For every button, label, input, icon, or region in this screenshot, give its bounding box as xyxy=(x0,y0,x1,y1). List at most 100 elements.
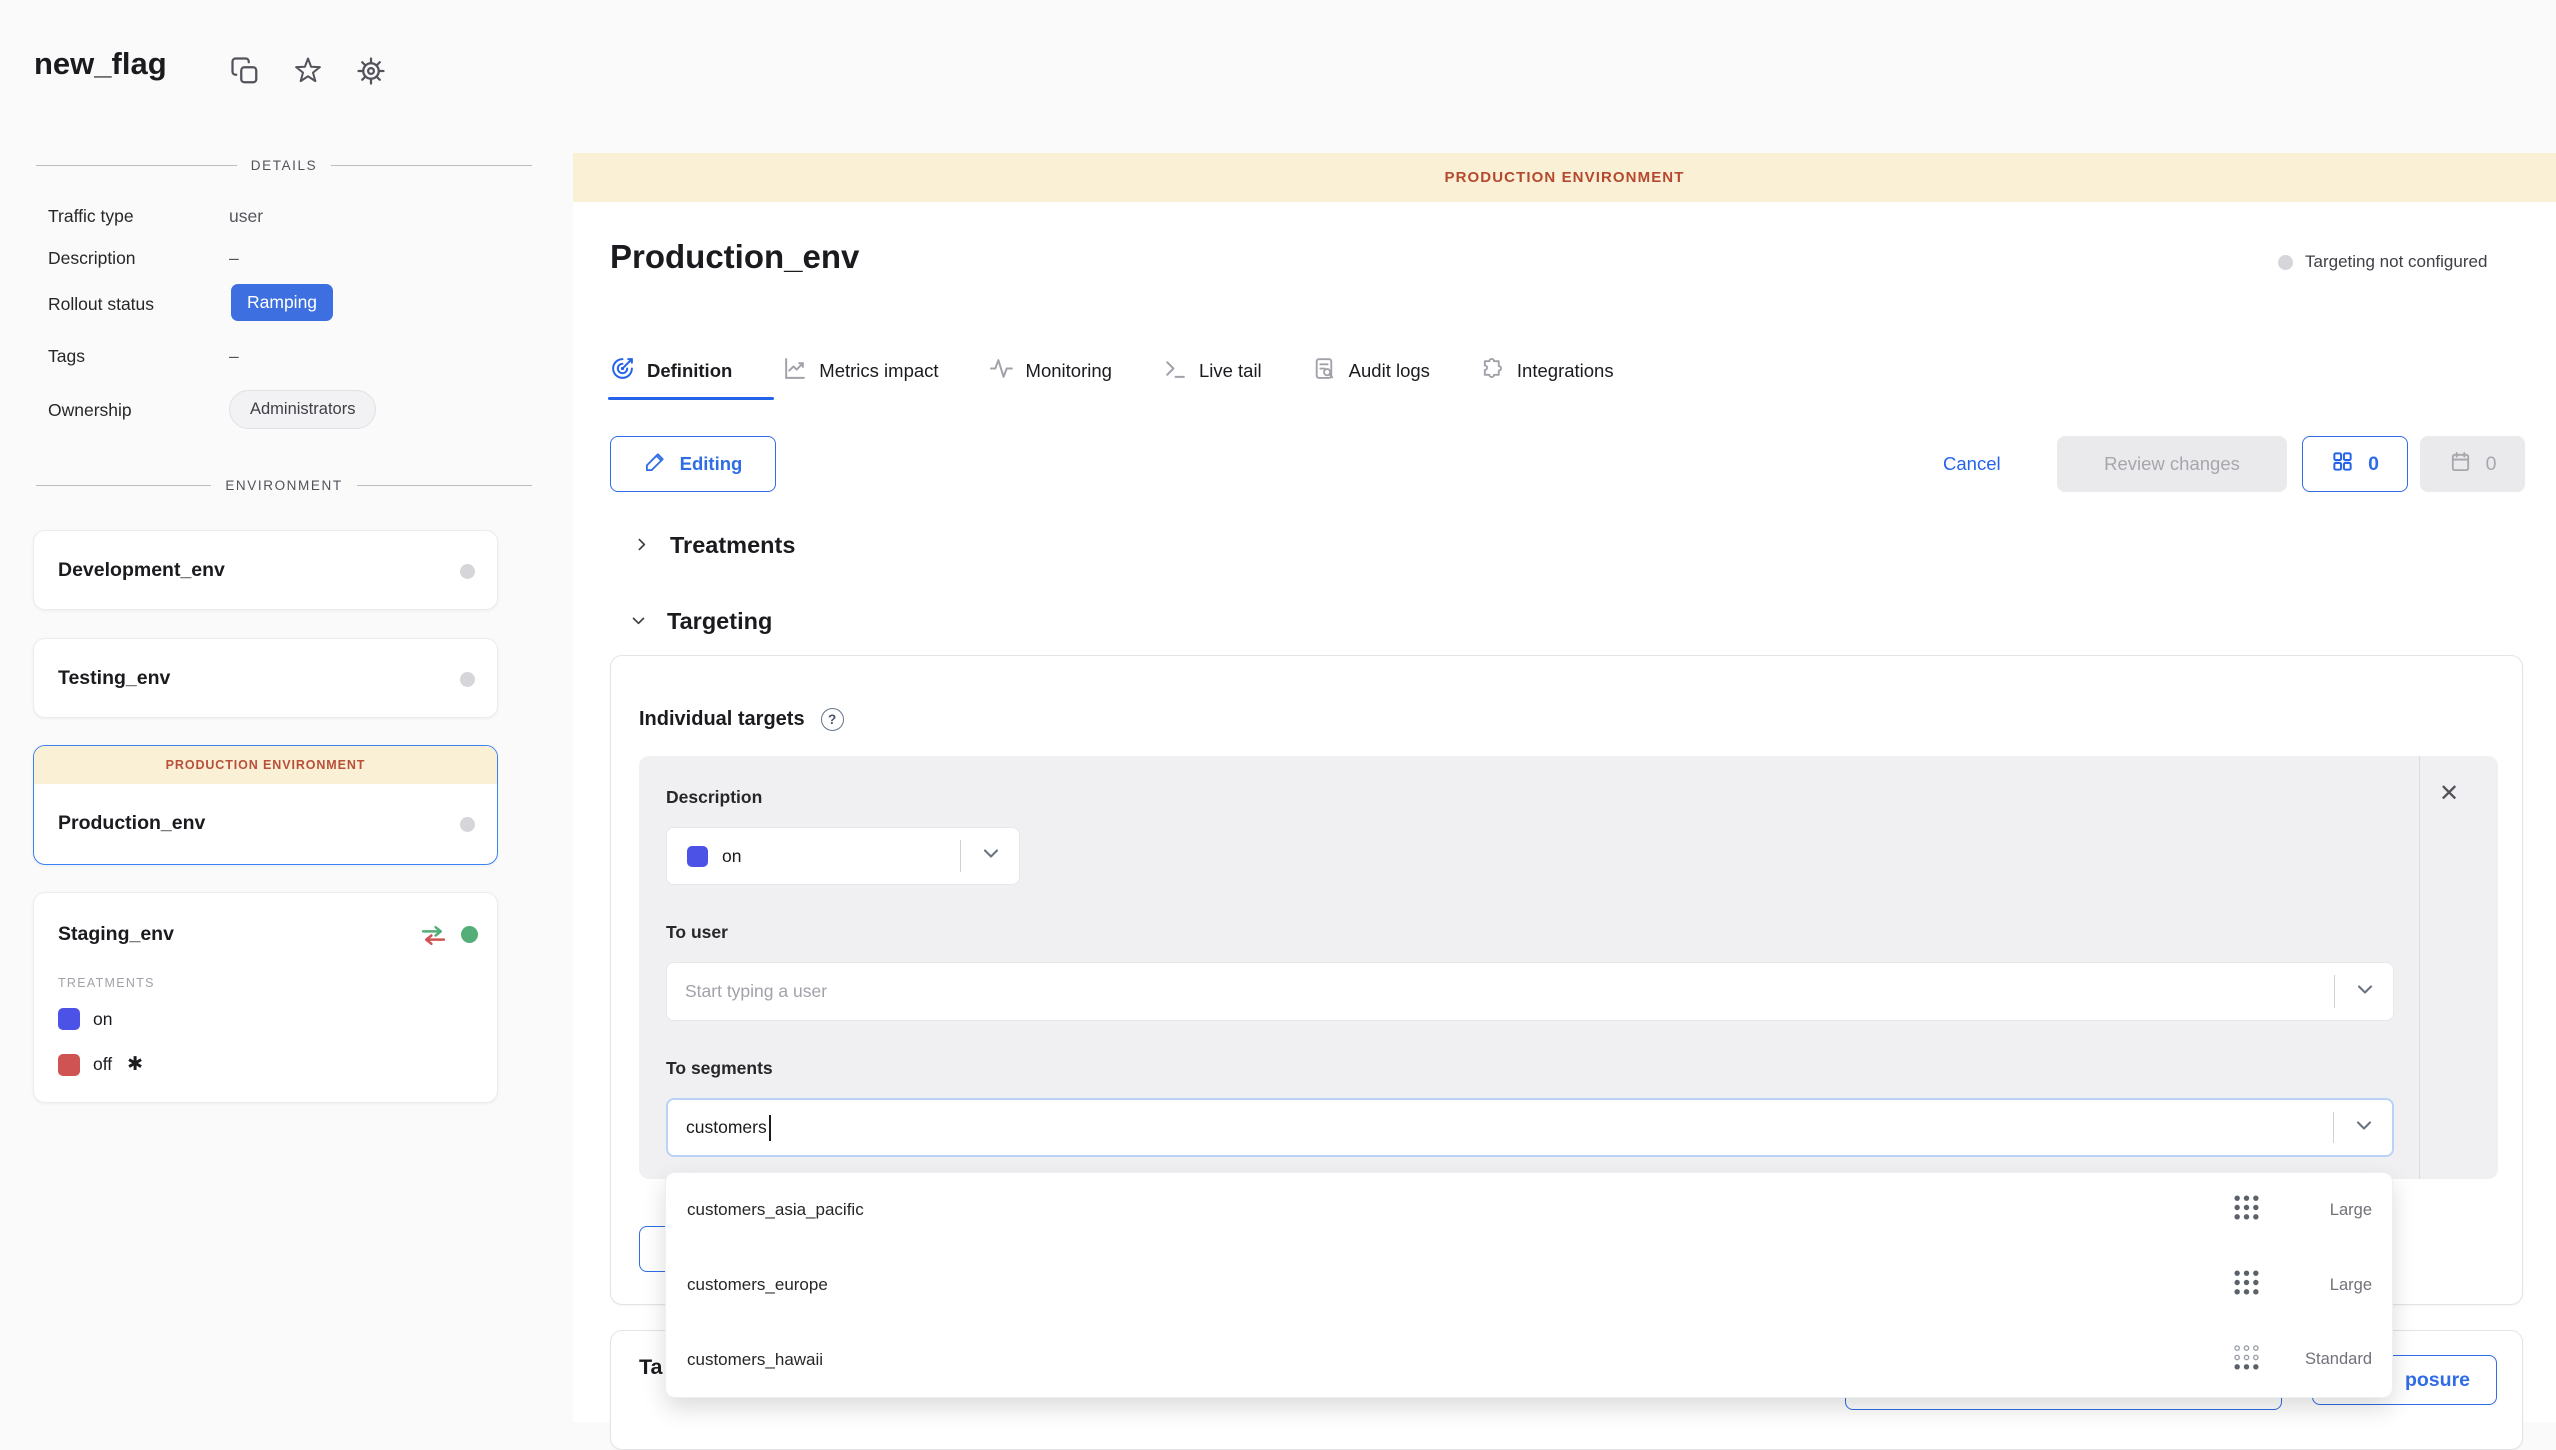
review-changes-button[interactable]: Review changes xyxy=(2057,436,2287,492)
details-section-divider: DETAILS xyxy=(36,158,532,173)
star-icon[interactable] xyxy=(293,56,323,86)
treatments-section-header[interactable]: Treatments xyxy=(633,532,795,559)
segment-name: customers_asia_pacific xyxy=(687,1200,2233,1220)
segment-size-grid-icon xyxy=(2233,1269,2260,1301)
segment-size-grid-standard-icon xyxy=(2233,1344,2260,1376)
env-card-testing[interactable]: Testing_env xyxy=(33,638,498,718)
tab-label: Audit logs xyxy=(1349,360,1430,382)
terminal-icon xyxy=(1162,356,1187,386)
limit-exposure-label: posure xyxy=(2405,1369,2470,1392)
targeting-section-header[interactable]: Targeting xyxy=(630,608,772,635)
production-environment-banner: PRODUCTION ENVIRONMENT xyxy=(573,153,2556,202)
tab-integrations[interactable]: Integrations xyxy=(1480,356,1614,386)
tab-label: Integrations xyxy=(1517,360,1614,382)
treatment-select[interactable]: on xyxy=(666,827,1020,885)
metrics-chart-icon xyxy=(782,356,807,386)
to-user-combobox xyxy=(666,962,2394,1021)
treatment-on-swatch xyxy=(58,1008,80,1030)
select-divider xyxy=(2333,1112,2334,1143)
chevron-down-icon xyxy=(979,842,1003,871)
segment-size-label: Large xyxy=(2280,1276,2372,1295)
rollout-status-badge: Ramping xyxy=(231,284,333,321)
grid-icon xyxy=(2331,450,2354,479)
segment-size-label: Large xyxy=(2280,1201,2372,1220)
treatment-off-row: off ✱ xyxy=(58,1053,143,1076)
detail-label-description: Description xyxy=(48,248,136,269)
segments-dropdown: customers_asia_pacific Large customers_e… xyxy=(665,1172,2393,1398)
detail-value-tags: – xyxy=(229,346,239,367)
env-card-development[interactable]: Development_env xyxy=(33,530,498,610)
detail-value-description: – xyxy=(229,248,239,269)
gear-icon[interactable] xyxy=(356,56,386,86)
details-section-label: DETAILS xyxy=(251,158,317,173)
to-segments-combobox[interactable]: customers xyxy=(666,1098,2394,1157)
scheduled-counter-button[interactable]: 0 xyxy=(2420,436,2525,492)
tab-label: Live tail xyxy=(1199,360,1262,382)
close-icon[interactable]: ✕ xyxy=(2439,782,2459,806)
detail-label-rollout-status: Rollout status xyxy=(48,294,154,315)
treatment-off-label: off xyxy=(93,1054,112,1075)
ownership-pill: Administrators xyxy=(229,390,376,429)
definition-target-icon xyxy=(610,356,635,386)
to-segments-value: customers xyxy=(686,1117,767,1138)
tab-label: Metrics impact xyxy=(819,360,938,382)
active-tab-underline xyxy=(608,397,774,400)
targeting-status: Targeting not configured xyxy=(2278,252,2487,272)
segment-name: customers_hawaii xyxy=(687,1350,2233,1370)
text-caret xyxy=(769,1115,771,1141)
detail-label-traffic-type: Traffic type xyxy=(48,206,134,227)
detail-label-tags: Tags xyxy=(48,346,85,367)
flag-title: new_flag xyxy=(34,46,167,82)
tab-audit-logs[interactable]: Audit logs xyxy=(1312,356,1430,386)
editing-label: Editing xyxy=(680,453,743,475)
default-treatment-asterisk-icon: ✱ xyxy=(127,1053,143,1076)
tab-definition[interactable]: Definition xyxy=(610,356,732,386)
changes-counter-button[interactable]: 0 xyxy=(2302,436,2408,492)
to-user-input[interactable] xyxy=(667,963,2393,1020)
scheduled-count: 0 xyxy=(2486,453,2497,476)
tab-live-tail[interactable]: Live tail xyxy=(1162,356,1262,386)
tab-label: Monitoring xyxy=(1026,360,1112,382)
chevron-down-icon[interactable] xyxy=(2352,1113,2376,1142)
environment-section-label: ENVIRONMENT xyxy=(225,478,342,493)
puzzle-icon xyxy=(1480,356,1505,386)
traffic-swap-icon xyxy=(420,924,447,952)
tab-metrics-impact[interactable]: Metrics impact xyxy=(782,356,938,386)
env-name: Production_env xyxy=(58,812,205,835)
environment-section-divider: ENVIRONMENT xyxy=(36,478,532,493)
segment-option[interactable]: customers_europe Large xyxy=(666,1248,2392,1323)
segment-option[interactable]: customers_hawaii Standard xyxy=(666,1322,2392,1397)
copy-icon[interactable] xyxy=(230,56,260,86)
status-text: Targeting not configured xyxy=(2305,252,2487,272)
env-card-staging[interactable]: Staging_env TREATMENTS on off ✱ xyxy=(33,892,498,1103)
select-divider xyxy=(2334,975,2335,1008)
changes-count: 0 xyxy=(2368,453,2379,476)
bottom-section-heading: Ta xyxy=(639,1355,663,1380)
chevron-down-icon[interactable] xyxy=(2353,977,2377,1006)
production-environment-strip: PRODUCTION ENVIRONMENT xyxy=(34,746,497,784)
calendar-icon xyxy=(2449,450,2472,479)
env-status-dot xyxy=(460,672,475,687)
pencil-icon xyxy=(644,450,667,478)
detail-label-ownership: Ownership xyxy=(48,400,132,421)
card-right-divider xyxy=(2419,756,2420,1179)
env-name: Development_env xyxy=(58,559,225,582)
tab-label: Definition xyxy=(647,360,732,382)
audit-document-icon xyxy=(1312,356,1337,386)
cancel-button[interactable]: Cancel xyxy=(1943,436,2001,492)
detail-value-traffic-type: user xyxy=(229,206,263,227)
help-icon[interactable]: ? xyxy=(821,708,844,731)
treatment-color-swatch xyxy=(687,846,708,867)
editing-button[interactable]: Editing xyxy=(610,436,776,492)
chevron-right-icon xyxy=(633,532,650,559)
targeting-section-label: Targeting xyxy=(667,608,772,635)
tab-monitoring[interactable]: Monitoring xyxy=(989,356,1112,386)
to-segments-label: To segments xyxy=(666,1058,773,1079)
treatment-selected-value: on xyxy=(722,846,741,867)
status-dot-icon xyxy=(2278,255,2293,270)
env-status-dot xyxy=(460,817,475,832)
select-divider xyxy=(960,840,961,872)
env-card-production[interactable]: PRODUCTION ENVIRONMENT Production_env xyxy=(33,745,498,865)
treatment-off-swatch xyxy=(58,1054,80,1076)
segment-option[interactable]: customers_asia_pacific Large xyxy=(666,1173,2392,1248)
